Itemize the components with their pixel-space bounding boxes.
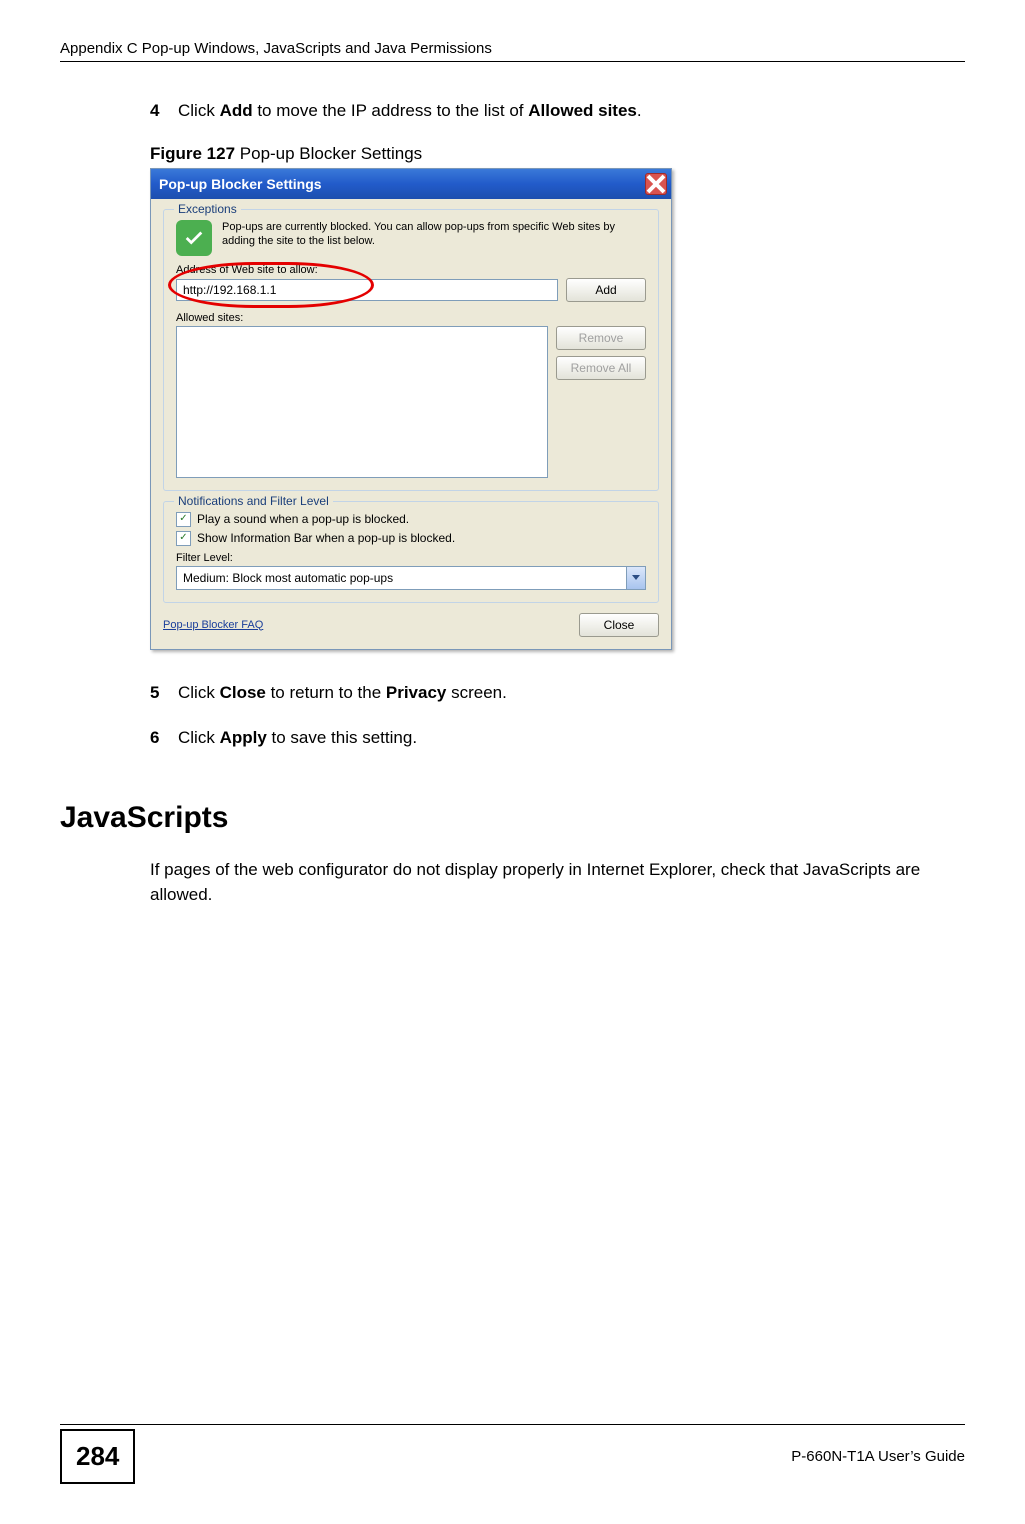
exceptions-legend: Exceptions (174, 202, 241, 216)
page-footer: 284 P-660N-T1A User’s Guide (60, 1424, 965, 1484)
guide-name: P-660N-T1A User’s Guide (791, 1448, 965, 1465)
dialog-title: Pop-up Blocker Settings (159, 176, 322, 192)
exceptions-group: Exceptions Pop-ups are currently blocked… (163, 209, 659, 491)
step-number: 4 (150, 98, 178, 124)
show-infobar-checkbox[interactable]: ✓ (176, 531, 191, 546)
dialog-body: Exceptions Pop-ups are currently blocked… (151, 199, 671, 649)
t-bold: Close (220, 683, 266, 702)
close-button[interactable]: Close (579, 613, 659, 637)
figure-number: Figure 127 (150, 144, 235, 163)
t-bold: Privacy (386, 683, 447, 702)
t-bold: Allowed sites (528, 101, 637, 120)
play-sound-label: Play a sound when a pop-up is blocked. (197, 512, 409, 526)
running-header: Appendix C Pop-up Windows, JavaScripts a… (60, 40, 965, 62)
page-number: 284 (60, 1429, 135, 1484)
step-number: 6 (150, 725, 178, 751)
step-4: 4 Click Add to move the IP address to th… (150, 98, 965, 124)
remove-button[interactable]: Remove (556, 326, 646, 350)
close-icon[interactable] (645, 173, 667, 195)
t: to save this setting. (267, 728, 417, 747)
t: Click (178, 683, 220, 702)
checkmark-icon (176, 220, 212, 256)
t: . (637, 101, 642, 120)
t-bold: Add (220, 101, 253, 120)
allowed-sites-listbox[interactable] (176, 326, 548, 478)
show-infobar-label: Show Information Bar when a pop-up is bl… (197, 531, 455, 545)
t: Click (178, 728, 220, 747)
filter-level-dropdown[interactable]: Medium: Block most automatic pop-ups (176, 566, 646, 590)
t: to return to the (266, 683, 386, 702)
play-sound-checkbox[interactable]: ✓ (176, 512, 191, 527)
notifications-group: Notifications and Filter Level ✓ Play a … (163, 501, 659, 603)
popup-faq-link[interactable]: Pop-up Blocker FAQ (163, 619, 263, 631)
javascripts-paragraph: If pages of the web configurator do not … (60, 857, 965, 908)
chevron-down-icon (626, 567, 645, 589)
step-number: 5 (150, 680, 178, 706)
add-button[interactable]: Add (566, 278, 646, 302)
address-row: Add (176, 278, 646, 302)
notifications-legend: Notifications and Filter Level (174, 494, 333, 508)
address-input[interactable] (176, 279, 558, 301)
exceptions-description: Pop-ups are currently blocked. You can a… (222, 220, 646, 256)
popup-blocker-dialog: Pop-up Blocker Settings Exceptions Pop-u… (150, 168, 672, 650)
step-text: Click Close to return to the Privacy scr… (178, 680, 965, 706)
figure-label: Figure 127 Pop-up Blocker Settings (150, 144, 965, 164)
address-label: Address of Web site to allow: (176, 264, 646, 276)
step-6: 6 Click Apply to save this setting. (150, 725, 965, 751)
filter-level-value: Medium: Block most automatic pop-ups (177, 571, 626, 585)
step-5: 5 Click Close to return to the Privacy s… (150, 680, 965, 706)
javascripts-heading: JavaScripts (60, 801, 965, 835)
t: Click (178, 101, 220, 120)
step-text: Click Add to move the IP address to the … (178, 98, 965, 124)
figure-caption: Pop-up Blocker Settings (235, 144, 422, 163)
dialog-titlebar: Pop-up Blocker Settings (151, 169, 671, 199)
t: screen. (446, 683, 506, 702)
t-bold: Apply (220, 728, 267, 747)
allowed-sites-label: Allowed sites: (176, 312, 646, 324)
step-text: Click Apply to save this setting. (178, 725, 965, 751)
filter-level-label: Filter Level: (176, 552, 646, 564)
remove-all-button[interactable]: Remove All (556, 356, 646, 380)
t: to move the IP address to the list of (253, 101, 529, 120)
